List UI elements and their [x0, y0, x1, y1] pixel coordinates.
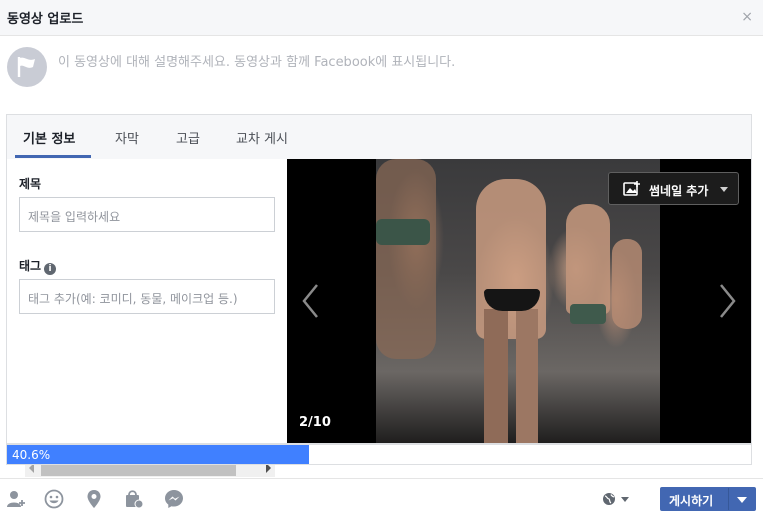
upload-progress-bar: 40.6%	[6, 444, 752, 465]
tab-crossposting[interactable]: 교차 게시	[236, 128, 288, 147]
page-avatar	[7, 47, 47, 87]
tags-label: 태그 i	[19, 257, 57, 275]
tab-advanced[interactable]: 고급	[176, 128, 200, 147]
frame-figure	[376, 219, 430, 245]
post-button[interactable]: 게시하기	[660, 487, 756, 511]
thumbnail-preview: 2/10 썸네일 추가	[287, 159, 751, 443]
shop-icon[interactable]	[124, 489, 144, 509]
frame-figure	[484, 289, 540, 311]
chevron-down-icon[interactable]	[737, 497, 747, 503]
chevron-down-icon	[720, 187, 728, 192]
chevron-down-icon	[621, 497, 629, 502]
button-divider	[728, 488, 729, 510]
post-button-label: 게시하기	[669, 494, 714, 508]
upload-panel: 기본 정보 자막 고급 교차 게시 제목 제목을 입력하세요 태그 i 태그 추가…	[6, 114, 752, 477]
frame-figure	[570, 304, 606, 324]
title-label: 제목	[19, 177, 42, 191]
frame-figure	[612, 239, 642, 329]
frame-figure	[516, 309, 538, 443]
basic-info-form: 제목 제목을 입력하세요 태그 i 태그 추가(예: 코미디, 동물, 메이크업 …	[7, 159, 287, 477]
tag-friends-icon[interactable]	[6, 489, 26, 509]
dialog-title: 동영상 업로드	[7, 12, 84, 27]
messenger-icon[interactable]	[164, 489, 184, 509]
add-photo-icon	[623, 181, 640, 196]
add-thumbnail-button[interactable]: 썸네일 추가	[608, 172, 739, 205]
upload-progress-label: 40.6%	[12, 448, 51, 462]
audience-selector[interactable]	[602, 491, 632, 507]
globe-icon	[603, 493, 615, 505]
tags-input[interactable]: 태그 추가(예: 코미디, 동물, 메이크업 등.)	[19, 279, 275, 314]
tags-label-text: 태그	[19, 259, 42, 273]
frame-figure	[484, 309, 508, 443]
frame-figure	[566, 204, 610, 314]
dialog-header: 동영상 업로드 ×	[0, 0, 763, 36]
dialog-footer: 게시하기	[0, 478, 763, 518]
feeling-icon[interactable]	[44, 489, 64, 509]
close-icon[interactable]: ×	[741, 9, 753, 25]
upload-progress-fill	[7, 445, 310, 464]
frame-figure	[376, 159, 436, 359]
title-input[interactable]: 제목을 입력하세요	[19, 197, 275, 232]
next-thumbnail-icon[interactable]	[719, 283, 737, 319]
active-tab-indicator	[15, 155, 91, 158]
tab-captions[interactable]: 자막	[115, 128, 139, 147]
info-icon[interactable]: i	[44, 263, 57, 275]
tab-basic-info[interactable]: 기본 정보	[23, 128, 75, 147]
flag-icon	[17, 57, 35, 77]
location-icon[interactable]	[84, 489, 104, 509]
add-thumbnail-label: 썸네일 추가	[649, 184, 709, 198]
tab-bar: 기본 정보 자막 고급 교차 게시	[7, 115, 751, 159]
video-description-input[interactable]: 이 동영상에 대해 설명해주세요. 동영상과 함께 Facebook에 표시됩니…	[58, 51, 455, 70]
previous-thumbnail-icon[interactable]	[301, 283, 319, 319]
thumbnail-counter: 2/10	[299, 415, 331, 430]
